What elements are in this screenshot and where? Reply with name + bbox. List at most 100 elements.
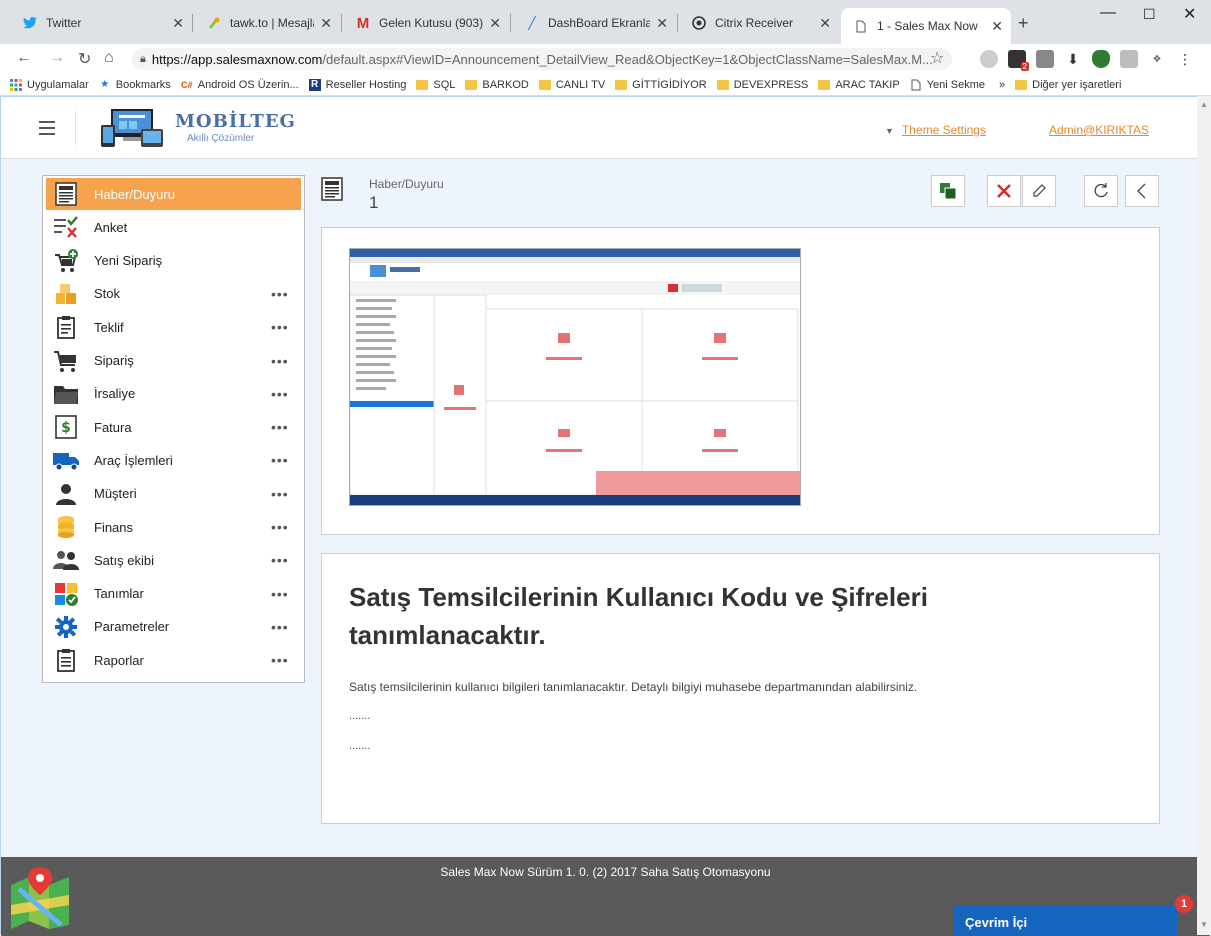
bookmark-apps[interactable]: Uygulamalar [10, 78, 89, 91]
sidebar-item-musteri[interactable]: Müşteri ••• [46, 478, 301, 510]
close-window-icon[interactable]: ✕ [1183, 4, 1196, 24]
sidebar-item-tanimlar[interactable]: Tanımlar ••• [46, 578, 301, 610]
bookmark-bookmarks[interactable]: ★ Bookmarks [99, 79, 171, 91]
bookmark-other[interactable]: Diğer yer işaretleri [1015, 79, 1121, 91]
tab-citrix[interactable]: Citrix Receiver ✕ [679, 8, 839, 38]
more-options-icon[interactable]: ••• [271, 286, 301, 302]
back-button[interactable] [1125, 175, 1159, 207]
sidebar-item-yeni-siparis[interactable]: Yeni Sipariş [46, 245, 301, 277]
article-ellipsis: ....... [349, 710, 371, 722]
maps-icon[interactable] [9, 865, 71, 929]
more-options-icon[interactable]: ••• [271, 586, 301, 602]
more-options-icon[interactable]: ••• [271, 386, 301, 402]
sidebar-item-label: Finans [94, 519, 134, 535]
tab-twitter[interactable]: Twitter ✕ [10, 8, 192, 38]
header-divider [75, 111, 76, 145]
more-options-icon[interactable]: ••• [271, 319, 301, 335]
sidebar-item-fatura[interactable]: $ Fatura ••• [46, 411, 301, 443]
cart-icon [52, 348, 80, 374]
chat-widget-button[interactable]: Çevrim İçi [953, 905, 1177, 936]
sidebar-item-stok[interactable]: Stok ••• [46, 278, 301, 310]
sidebar-item-parametreler[interactable]: Parametreler ••• [46, 611, 301, 643]
sidebar-item-finans[interactable]: Finans ••• [46, 511, 301, 543]
new-tab-button[interactable]: + [1018, 13, 1029, 34]
bookmark-overflow[interactable]: » [999, 79, 1005, 91]
close-icon[interactable]: ✕ [656, 15, 668, 32]
bookmark-gittigidiyor[interactable]: GİTTİGİDİYOR [615, 79, 707, 91]
close-icon[interactable]: ✕ [991, 18, 1003, 35]
sidebar-item-siparis[interactable]: Sipariş ••• [46, 345, 301, 377]
refresh-icon [1094, 183, 1108, 198]
bookmark-label: DEVEXPRESS [733, 78, 809, 91]
close-icon[interactable]: ✕ [819, 15, 831, 32]
delete-button[interactable] [987, 175, 1021, 207]
forward-arrow-icon[interactable]: → [49, 49, 65, 67]
copy-button[interactable] [931, 175, 965, 207]
bookmark-sql[interactable]: SQL [416, 79, 455, 91]
close-icon[interactable]: ✕ [320, 15, 332, 32]
bookmark-label: » [999, 78, 1006, 91]
user-menu-link[interactable]: Admin@KIRIKTAS [1049, 123, 1149, 137]
tab-title: DashBoard Ekranlarım [548, 16, 651, 30]
shield-icon[interactable] [1092, 50, 1110, 68]
embedded-screenshot-image[interactable] [349, 248, 801, 506]
bookmark-arac-takip[interactable]: ARAC TAKIP [818, 79, 900, 91]
reload-icon[interactable]: ↻ [78, 49, 91, 69]
extension-globe-icon[interactable] [980, 50, 998, 68]
sidebar-item-label: Haber/Duyuru [94, 186, 175, 202]
bookmark-devexpress[interactable]: DEVEXPRESS [716, 78, 809, 91]
bookmark-barkod[interactable]: BARKOD [465, 79, 529, 91]
hamburger-icon[interactable] [39, 121, 55, 139]
close-icon[interactable]: ✕ [172, 15, 184, 32]
extension-profile-icon[interactable]: ❖ [1148, 50, 1166, 68]
theme-settings-link[interactable]: ▼ Theme Settings [885, 123, 986, 137]
bookmark-canli-tv[interactable]: CANLI TV [538, 79, 605, 91]
more-options-icon[interactable]: ••• [271, 486, 301, 502]
more-options-icon[interactable]: ••• [271, 519, 301, 535]
sidebar-item-arac-islemleri[interactable]: Araç İşlemleri ••• [46, 444, 301, 476]
app-viewport: MOBİLTEG Akıllı Çözümler ▼ Theme Settings… [0, 96, 1211, 936]
sidebar-item-irsaliye[interactable]: İrsaliye ••• [46, 378, 301, 410]
sidebar-item-haber-duyuru[interactable]: Haber/Duyuru [46, 178, 301, 210]
bookmark-android[interactable]: C# Android OS Üzerin... [181, 79, 299, 91]
more-options-icon[interactable]: ••• [271, 419, 301, 435]
extension-gear-icon[interactable] [1036, 50, 1054, 68]
extension-tawk-icon[interactable]: 2 [1008, 50, 1029, 71]
more-options-icon[interactable]: ••• [271, 552, 301, 568]
back-arrow-icon[interactable]: ← [16, 49, 32, 67]
extension-icons: 2 ⬇ ❖ ⋮ [980, 50, 1194, 71]
coins-icon [52, 514, 80, 540]
more-options-icon[interactable]: ••• [271, 619, 301, 635]
page-scrollbar[interactable]: ▲ ▼ [1197, 96, 1211, 935]
tab-gmail[interactable]: M Gelen Kutusu (903) - c ✕ [343, 8, 509, 38]
more-options-icon[interactable]: ••• [271, 652, 301, 668]
tab-title: Citrix Receiver [715, 16, 794, 30]
scroll-up-icon[interactable]: ▲ [1200, 100, 1208, 109]
url-field[interactable]: 🔒︎ https://app.salesmaxnow.com/default.a… [132, 48, 952, 70]
download-icon[interactable]: ⬇ [1064, 50, 1082, 68]
scroll-down-icon[interactable]: ▼ [1200, 920, 1208, 929]
r-icon: R [308, 78, 321, 91]
home-icon[interactable]: ⌂ [104, 49, 114, 67]
close-icon[interactable]: ✕ [489, 15, 501, 32]
sidebar-item-raporlar[interactable]: Raporlar ••• [46, 644, 301, 676]
sidebar-item-anket[interactable]: Anket [46, 211, 301, 243]
bookmark-reseller[interactable]: R Reseller Hosting [308, 78, 406, 91]
edit-button[interactable] [1022, 175, 1056, 207]
url-path: /default.aspx#ViewID=Announcement_Detail… [322, 51, 933, 67]
minimize-icon[interactable]: — [1100, 4, 1116, 22]
menu-kebab-icon[interactable]: ⋮ [1176, 50, 1194, 68]
tab-sales-max-now[interactable]: 1 - Sales Max Now ✕ [841, 8, 1011, 44]
sidebar-item-teklif[interactable]: Teklif ••• [46, 311, 301, 343]
tab-tawkto[interactable]: tawk.to | Mesajlar ✕ [194, 8, 340, 38]
csharp-icon: C# [181, 79, 193, 90]
tab-dashboard[interactable]: ╱ DashBoard Ekranlarım ✕ [512, 8, 676, 38]
maximize-icon[interactable]: ☐ [1143, 6, 1156, 23]
extension-pdf-icon[interactable] [1120, 50, 1138, 68]
sidebar-item-satis-ekibi[interactable]: Satış ekibi ••• [46, 544, 301, 576]
more-options-icon[interactable]: ••• [271, 452, 301, 468]
refresh-button[interactable] [1084, 175, 1118, 207]
bookmark-yeni-sekme[interactable]: Yeni Sekme [910, 79, 985, 91]
more-options-icon[interactable]: ••• [271, 353, 301, 369]
bookmark-star-icon[interactable]: ☆ [930, 48, 944, 68]
